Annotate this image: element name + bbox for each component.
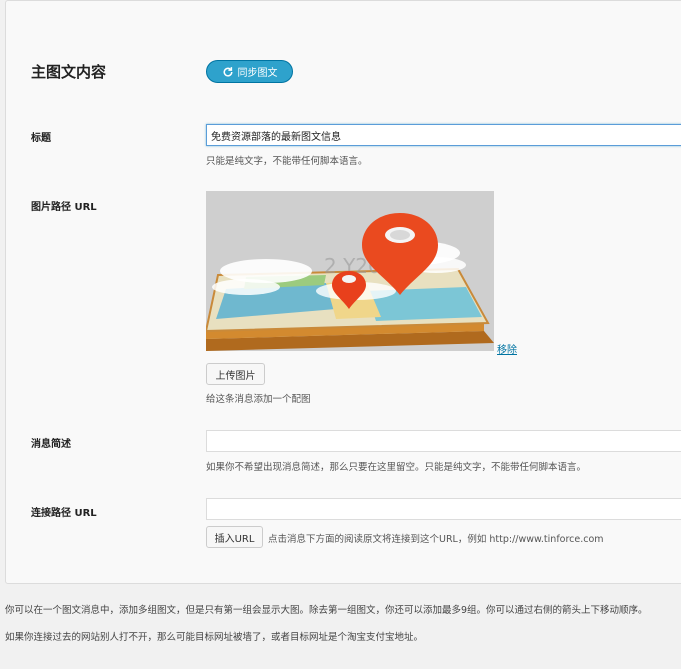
refresh-icon: [223, 66, 233, 77]
summary-label: 消息简述: [31, 439, 71, 450]
sync-button[interactable]: 同步图文: [206, 60, 293, 83]
summary-input[interactable]: [206, 430, 681, 452]
title-hint: 只能是纯文字，不能带任何脚本语言。: [206, 156, 368, 167]
link-hint: 点击消息下方面的阅读原文将连接到这个URL，例如 http://www.tinf…: [268, 534, 604, 545]
map-pin-illustration: 2 Y200: [204, 191, 494, 351]
remove-image-link[interactable]: 移除: [497, 341, 517, 356]
footer-note-1: 你可以在一个图文消息中，添加多组图文，但是只有第一组会显示大图。除去第一组图文，…: [5, 605, 648, 616]
title-label: 标题: [31, 133, 51, 144]
preview-image: 2 Y200: [204, 191, 494, 351]
upload-image-button[interactable]: 上传图片: [206, 363, 265, 385]
image-hint: 给这条消息添加一个配图: [206, 394, 311, 405]
link-url-input[interactable]: [206, 498, 681, 520]
title-input[interactable]: [206, 124, 681, 146]
image-url-label: 图片路径 URL: [31, 202, 97, 213]
footer-note-2: 如果你连接过去的网站别人打不开，那么可能目标网址被墙了，或者目标网址是个淘宝支付…: [5, 632, 424, 643]
link-url-label: 连接路径 URL: [31, 508, 97, 519]
section-heading: 主图文内容: [31, 63, 107, 81]
insert-url-button[interactable]: 插入URL: [206, 526, 263, 548]
sync-button-label: 同步图文: [237, 68, 278, 79]
summary-hint: 如果你不希望出现消息简述，那么只要在这里留空。只能是纯文字，不能带任何脚本语言。: [206, 462, 587, 473]
